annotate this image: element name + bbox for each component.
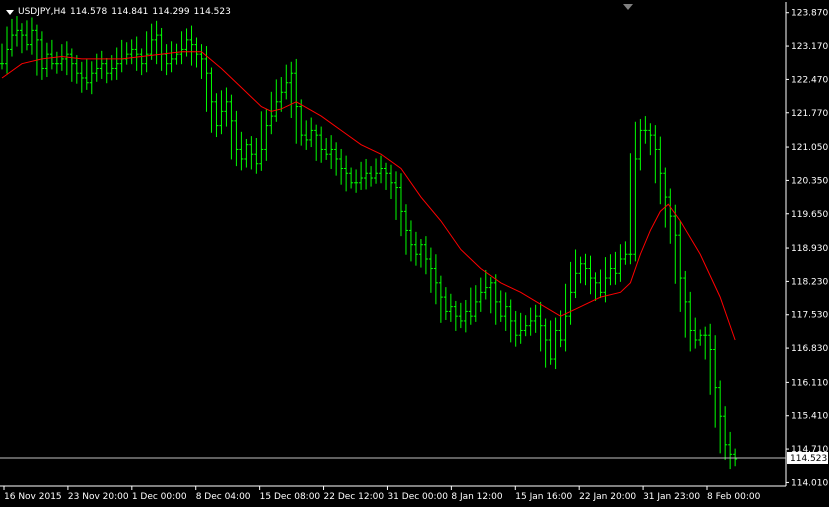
open-value: 114.578	[69, 7, 108, 17]
high-value: 114.841	[111, 7, 149, 17]
chart-canvas[interactable]: 114.523 123.870 123.170 122.470 121.770 121.…	[0, 0, 829, 503]
price-tick-label: 119.650	[791, 210, 828, 220]
price-axis: 123.870 123.170 122.470 121.770 121.050 120.3…	[786, 9, 828, 488]
price-tick-label: 116.830	[791, 344, 828, 354]
price-tick-label: 117.530	[791, 311, 828, 321]
time-tick-label: 23 Nov 20:00	[68, 492, 129, 502]
dropdown-triangle-icon[interactable]	[6, 9, 14, 15]
time-tick-label: 31 Jan 23:00	[643, 492, 700, 502]
time-tick-label: 1 Dec 00:00	[132, 492, 187, 502]
price-tick-label: 122.470	[791, 75, 828, 85]
price-tick-label: 118.230	[791, 277, 828, 287]
time-tick-label: 15 Dec 08:00	[260, 492, 321, 502]
price-tick-label: 121.050	[791, 143, 828, 153]
time-tick-label: 8 Dec 04:00	[196, 492, 251, 502]
price-tick-label: 120.350	[791, 176, 828, 186]
price-tick-label: 123.170	[791, 42, 828, 52]
price-tick-label: 118.930	[791, 244, 828, 254]
chart[interactable]: 114.523 123.870 123.170 122.470 121.770 121.…	[0, 0, 829, 503]
time-tick-label: 16 Nov 2015	[4, 492, 62, 502]
price-tick-label: 116.110	[791, 378, 828, 388]
price-tick-label: 123.870	[791, 9, 828, 19]
symbol-label: USDJPY,H4	[18, 7, 66, 17]
time-tick-label: 31 Dec 00:00	[387, 492, 448, 502]
close-value: 114.523	[193, 7, 231, 17]
time-tick-label: 22 Jan 20:00	[579, 492, 636, 502]
time-tick-label: 8 Feb 00:00	[707, 492, 761, 502]
chart-header: USDJPY,H4 114.578 114.841 114.299 114.52…	[6, 5, 231, 19]
price-tick-label: 115.410	[791, 412, 828, 422]
low-value: 114.299	[152, 7, 190, 17]
time-tick-label: 15 Jan 16:00	[515, 492, 572, 502]
price-tick-label: 114.010	[791, 478, 828, 488]
current-price-label: 114.523	[790, 454, 827, 464]
price-tick-label: 121.770	[791, 109, 828, 119]
time-tick-label: 8 Jan 12:00	[451, 492, 503, 502]
price-tick-label: 114.710	[791, 445, 828, 455]
time-tick-label: 22 Dec 12:00	[324, 492, 385, 502]
chart-background	[0, 0, 829, 503]
